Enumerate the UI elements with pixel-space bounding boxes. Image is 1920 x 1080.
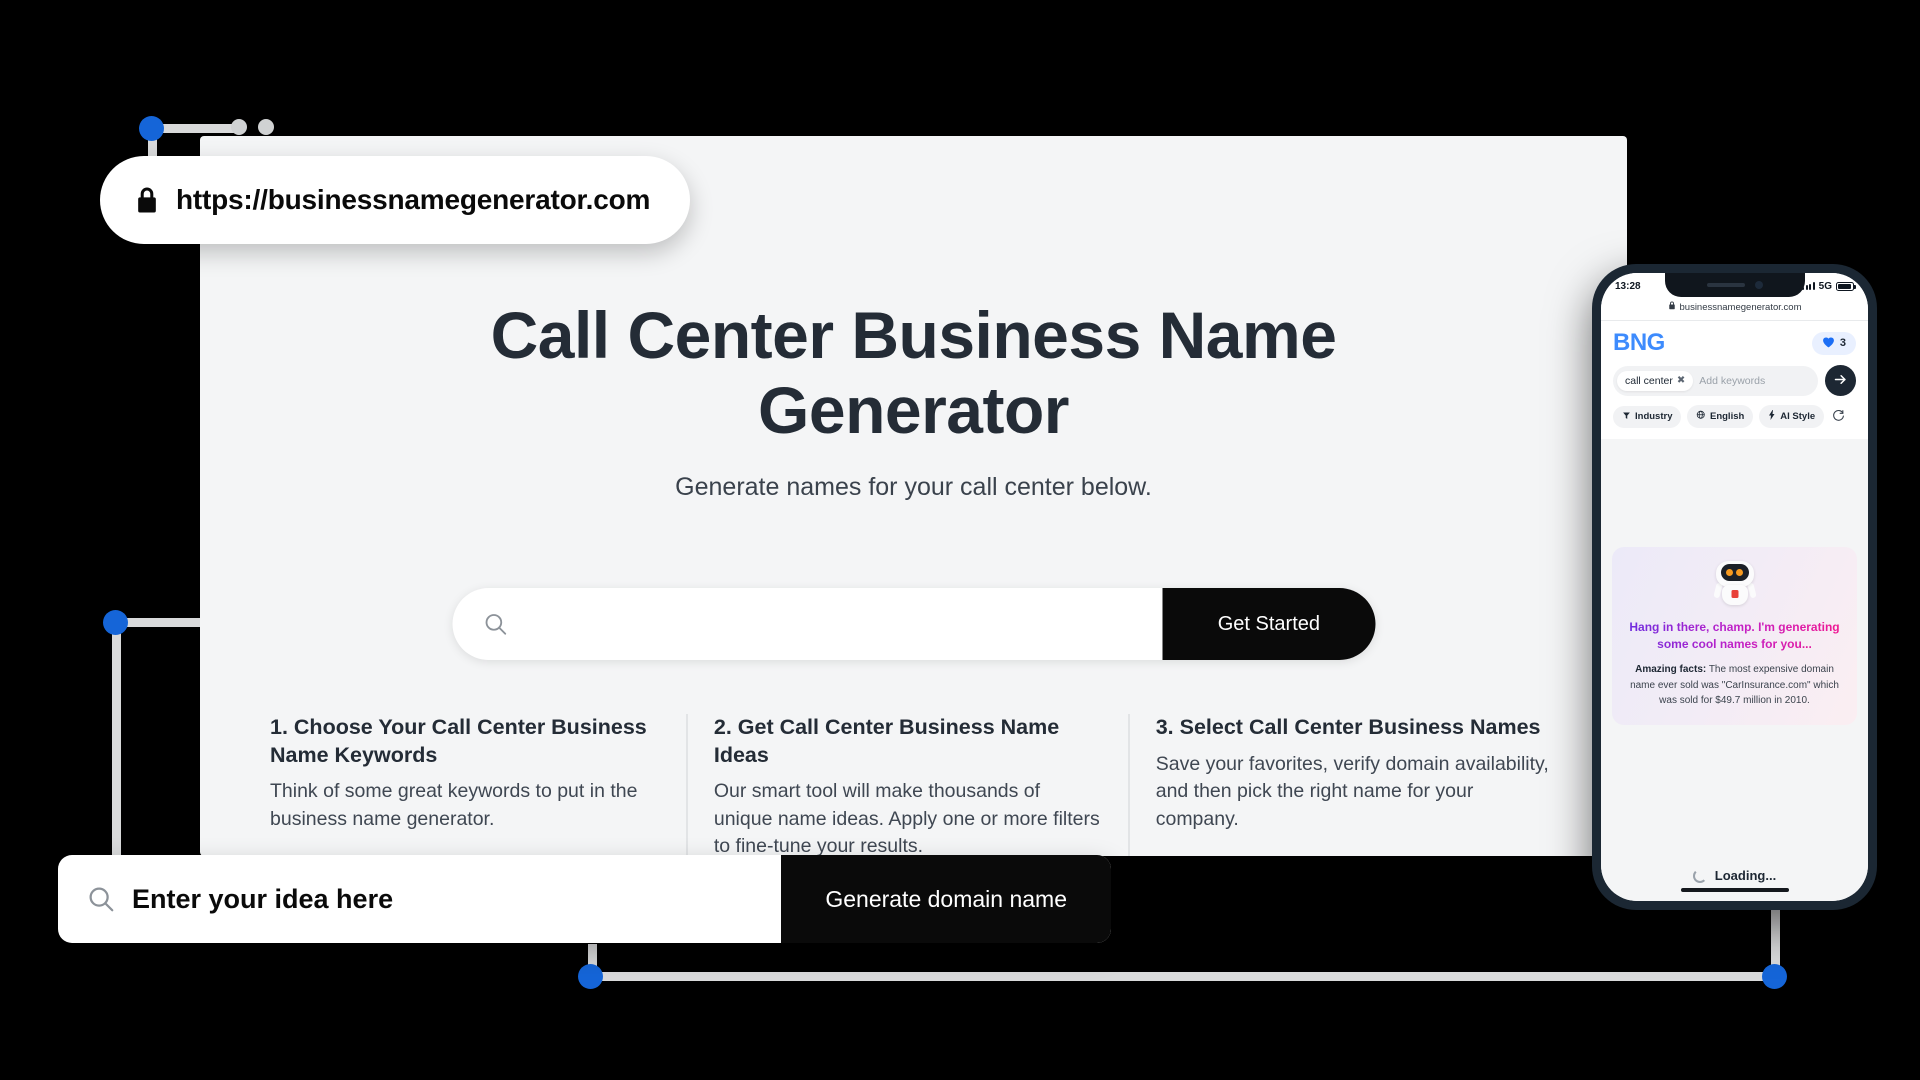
feature-body-1: Think of some great keywords to put in t…: [270, 780, 638, 830]
filter-ai-style[interactable]: AI Style: [1759, 405, 1825, 428]
page-subtitle: Generate names for your call center belo…: [675, 473, 1152, 502]
phone-app-header: BNG 3 call center ✖ Add keywords Industr…: [1601, 321, 1868, 439]
keyword-chip[interactable]: call center ✖: [1617, 370, 1694, 391]
lock-icon: [1668, 301, 1676, 313]
search-input[interactable]: [508, 612, 1163, 636]
loading-label: Loading...: [1714, 868, 1777, 883]
feature-heading-3: 3. Select Call Center Business Names: [1155, 715, 1541, 739]
idea-input[interactable]: [116, 883, 782, 915]
keyword-chip-label: call center: [1625, 374, 1673, 387]
favorites-badge[interactable]: 3: [1811, 331, 1856, 355]
heart-icon: [1822, 336, 1835, 351]
feature-column-2: 2. Get Call Center Business Name Ideas O…: [685, 714, 1128, 856]
generating-status-card: Hang in there, champ. I'm generating som…: [1612, 547, 1857, 725]
connector-dot-left: [103, 610, 128, 635]
features-section: 1. Choose Your Call Center Business Name…: [244, 714, 1583, 856]
filter-ai-style-label: AI Style: [1780, 411, 1816, 422]
camera-icon: [1754, 281, 1763, 289]
filter-language[interactable]: English: [1687, 405, 1754, 428]
bng-logo[interactable]: BNG: [1613, 331, 1665, 355]
screenshot-stage: Call Center Business Name Generator Gene…: [0, 0, 1920, 1080]
connector-dot-bottom-right: [1762, 964, 1787, 989]
keyword-field[interactable]: call center ✖ Add keywords: [1613, 365, 1818, 396]
phone-url-bar[interactable]: businessnamegenerator.com: [1601, 299, 1868, 321]
browser-window-mockup: Call Center Business Name Generator Gene…: [200, 136, 1627, 856]
add-keywords-placeholder[interactable]: Add keywords: [1699, 375, 1765, 387]
feature-heading-1: 1. Choose Your Call Center Business Name…: [270, 715, 647, 767]
status-time: 13:28: [1615, 280, 1641, 292]
filter-industry[interactable]: Industry: [1613, 405, 1682, 428]
filter-industry-label: Industry: [1635, 411, 1673, 422]
globe-icon: [1696, 410, 1706, 423]
keyword-row: call center ✖ Add keywords: [1613, 365, 1856, 396]
phone-mockup: 13:28 5G businessnamegenerator.com BNG 3…: [1592, 264, 1877, 910]
hero-search-bar[interactable]: Get Started: [452, 588, 1375, 660]
refresh-icon[interactable]: [1832, 409, 1845, 425]
feature-body-2: Our smart tool will make thousands of un…: [713, 780, 1100, 856]
home-indicator: [1680, 888, 1789, 892]
loading-status: Loading...: [1601, 868, 1868, 883]
generate-domain-name-button[interactable]: Generate domain name: [781, 855, 1111, 943]
amazing-fact-label: Amazing facts:: [1635, 664, 1707, 676]
submit-keywords-button[interactable]: [1825, 365, 1856, 396]
browser-chrome-dot-2: [258, 119, 274, 135]
idea-input-bar[interactable]: Generate domain name: [58, 855, 1111, 943]
feature-column-3: 3. Select Call Center Business Names Sav…: [1127, 714, 1583, 856]
feature-heading-2: 2. Get Call Center Business Name Ideas: [713, 715, 1060, 767]
filter-row: Industry English AI Style: [1613, 405, 1856, 428]
filter-icon: [1622, 411, 1631, 423]
close-icon[interactable]: ✖: [1677, 375, 1685, 386]
connector-wire-bottom-horizontal: [588, 972, 1780, 981]
robot-message: Hang in there, champ. I'm generating som…: [1622, 619, 1847, 652]
filter-language-label: English: [1709, 411, 1745, 422]
phone-app-body: Hang in there, champ. I'm generating som…: [1601, 439, 1868, 901]
connector-wire-left-vertical: [112, 618, 121, 883]
battery-icon: [1836, 281, 1856, 291]
url-address-pill[interactable]: https://businessnamegenerator.com: [100, 156, 691, 244]
search-icon: [86, 884, 116, 914]
spinner-icon: [1692, 868, 1707, 883]
phone-url-text: businessnamegenerator.com: [1679, 301, 1802, 313]
favorites-count: 3: [1839, 337, 1846, 349]
connector-dot-bottom-left: [578, 964, 603, 989]
search-icon: [482, 611, 508, 637]
feature-column-1: 1. Choose Your Call Center Business Name…: [244, 714, 686, 856]
bolt-icon: [1768, 410, 1776, 423]
network-label: 5G: [1818, 280, 1832, 292]
phone-screen: 13:28 5G businessnamegenerator.com BNG 3…: [1601, 273, 1868, 901]
connector-dot-top: [139, 116, 164, 141]
page-title: Call Center Business Name Generator: [490, 298, 1337, 447]
speaker-icon: [1706, 283, 1745, 287]
feature-body-3: Save your favorites, verify domain avail…: [1155, 752, 1549, 830]
lock-icon: [134, 186, 160, 215]
amazing-fact: Amazing facts: The most expensive domain…: [1622, 662, 1847, 709]
phone-notch: [1664, 273, 1805, 297]
get-started-button[interactable]: Get Started: [1162, 588, 1375, 660]
browser-chrome-dot-1: [231, 119, 247, 135]
robot-icon: [1712, 561, 1758, 607]
arrow-right-icon: [1833, 372, 1848, 390]
url-text: https://businessnamegenerator.com: [176, 184, 651, 215]
